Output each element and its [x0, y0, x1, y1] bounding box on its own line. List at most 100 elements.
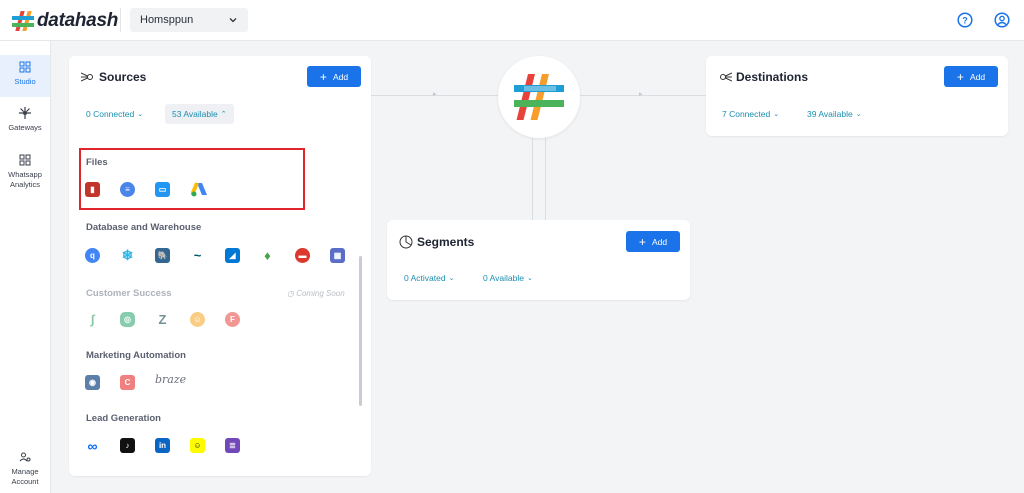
- user-settings-icon: [19, 452, 31, 462]
- chevron-up-icon: ⌃: [220, 111, 227, 118]
- sources-icon: [81, 72, 93, 82]
- activated-count: 0 Activated: [404, 273, 446, 283]
- redshift-icon[interactable]: ▦: [330, 248, 345, 263]
- zendesk-icon[interactable]: Z: [155, 312, 170, 327]
- sources-connected-filter[interactable]: 0 Connected ⌄: [86, 109, 143, 119]
- chevron-down-icon: ⌄: [526, 275, 533, 282]
- freshdesk-icon[interactable]: ◎: [120, 312, 135, 327]
- destinations-available-filter[interactable]: 39 Available ⌄: [807, 109, 862, 119]
- redis-icon[interactable]: ▬: [295, 248, 310, 263]
- sidebar-item-manage-account[interactable]: Manage Account: [0, 451, 50, 487]
- sources-header: Sources: [81, 70, 146, 84]
- datahash-hub[interactable]: [498, 56, 580, 138]
- mysql-icon[interactable]: ~: [190, 248, 205, 263]
- arrow-right-icon: ▸: [433, 91, 437, 98]
- connector-hub-destinations: [580, 95, 706, 96]
- arrow-right-icon: ▸: [639, 91, 643, 98]
- available-count: 53 Available: [172, 109, 218, 119]
- help-icon[interactable]: ?: [957, 12, 973, 28]
- sidebar: Studio Gateways Whatsapp Analytics Manag…: [0, 41, 51, 493]
- snowflake-icon[interactable]: ❄: [120, 247, 135, 263]
- sidebar-item-gateways[interactable]: Gateways: [0, 107, 50, 132]
- sources-scrollbar[interactable]: [359, 256, 362, 406]
- chevron-down-icon: ⌄: [773, 111, 780, 118]
- segments-card: Segments + Add 0 Activated ⌄ 0 Available ⌄: [387, 220, 690, 300]
- top-bar: datahash Homsppun ?: [0, 0, 1024, 41]
- braze-icon[interactable]: braze: [155, 373, 186, 386]
- clock-icon: ◷: [287, 289, 297, 298]
- studio-canvas: ▸ ▸ Sources + Add 0 Connected ⌄ 53 Availa…: [52, 41, 1024, 493]
- files-highlight-box: [79, 148, 305, 210]
- destinations-title: Destinations: [736, 70, 809, 84]
- workspace-label: Homsppun: [140, 14, 194, 26]
- segments-header: Segments: [399, 235, 474, 249]
- chevron-down-icon: ⌄: [448, 275, 455, 282]
- sidebar-item-studio[interactable]: Studio: [0, 55, 50, 97]
- datahash-logo-icon: [514, 74, 564, 120]
- sidebar-item-label: Studio: [14, 77, 36, 86]
- section-title-marketing-automation: Marketing Automation: [86, 350, 186, 361]
- google-forms-icon[interactable]: ≣: [225, 438, 240, 453]
- segments-available-filter[interactable]: 0 Available ⌄: [483, 273, 533, 283]
- sources-available-filter[interactable]: 53 Available ⌃: [165, 104, 234, 124]
- gateway-icon: [19, 107, 31, 119]
- azure-sql-icon[interactable]: ◢: [225, 248, 240, 263]
- sidebar-item-whatsapp-analytics[interactable]: Whatsapp Analytics: [0, 154, 50, 190]
- meta-icon[interactable]: ∞: [85, 438, 100, 454]
- section-title-lead-generation: Lead Generation: [86, 413, 161, 424]
- available-count: 0 Available: [483, 273, 524, 283]
- sources-title: Sources: [99, 70, 147, 84]
- snapchat-icon[interactable]: ☺: [190, 438, 205, 453]
- add-label: Add: [651, 236, 668, 247]
- segments-activated-filter[interactable]: 0 Activated ⌄: [404, 273, 454, 283]
- connected-count: 7 Connected: [722, 109, 771, 119]
- connector-segments-hub: [545, 138, 546, 220]
- connected-count: 0 Connected: [86, 109, 135, 119]
- destinations-card: Destinations + Add 7 Connected ⌄ 39 Avail…: [706, 56, 1008, 136]
- destinations-connected-filter[interactable]: 7 Connected ⌄: [722, 109, 779, 119]
- intercom-icon[interactable]: ☺: [190, 312, 205, 327]
- section-title-customer-success: Customer Success: [86, 288, 172, 299]
- plus-icon: +: [638, 234, 646, 249]
- mongodb-icon[interactable]: ♦: [260, 248, 275, 263]
- tiktok-icon[interactable]: ♪: [120, 438, 135, 453]
- sources-card: Sources + Add 0 Connected ⌄ 53 Available ⌃…: [69, 56, 371, 476]
- chatbot-icon[interactable]: ʃ: [85, 312, 100, 327]
- bigquery-icon[interactable]: q: [85, 248, 100, 263]
- plus-icon: +: [319, 69, 327, 84]
- sidebar-item-label: Gateways: [8, 123, 42, 132]
- chevron-down-icon: [229, 18, 237, 23]
- datahash-logo-icon: [12, 11, 34, 31]
- freshchat-icon[interactable]: F: [225, 312, 240, 327]
- add-label: Add: [969, 71, 986, 82]
- svg-text:?: ?: [962, 16, 968, 26]
- connector-hub-segments: [532, 138, 533, 220]
- app-logo[interactable]: datahash: [12, 10, 118, 32]
- postgres-icon[interactable]: 🐘: [155, 248, 170, 263]
- section-title-database-warehouse: Database and Warehouse: [86, 222, 202, 233]
- segments-title: Segments: [417, 235, 475, 249]
- plus-icon: +: [956, 69, 964, 84]
- coming-soon-label: Coming Soon: [296, 289, 345, 298]
- user-profile-icon[interactable]: [994, 12, 1010, 28]
- add-source-button[interactable]: + Add: [307, 66, 361, 87]
- coming-soon-badge: ◷ Coming Soon: [287, 289, 345, 298]
- topbar-divider: [120, 8, 121, 32]
- sidebar-item-label: Whatsapp Analytics: [8, 170, 42, 189]
- destinations-icon: [720, 72, 732, 82]
- chevron-down-icon: ⌄: [855, 111, 862, 118]
- workspace-select[interactable]: Homsppun: [130, 8, 248, 32]
- sidebar-item-label: Manage Account: [11, 467, 39, 486]
- destinations-header: Destinations: [718, 70, 808, 84]
- linkedin-icon[interactable]: in: [155, 438, 170, 453]
- moengage-icon[interactable]: C: [120, 375, 135, 390]
- chevron-down-icon: ⌄: [137, 111, 144, 118]
- clevertap-icon[interactable]: ◉: [85, 375, 100, 390]
- add-segment-button[interactable]: + Add: [626, 231, 680, 252]
- grid-icon: [19, 61, 31, 73]
- grid-icon: [19, 154, 31, 166]
- available-count: 39 Available: [807, 109, 853, 119]
- segments-icon: [399, 235, 413, 249]
- add-label: Add: [332, 71, 349, 82]
- add-destination-button[interactable]: + Add: [944, 66, 998, 87]
